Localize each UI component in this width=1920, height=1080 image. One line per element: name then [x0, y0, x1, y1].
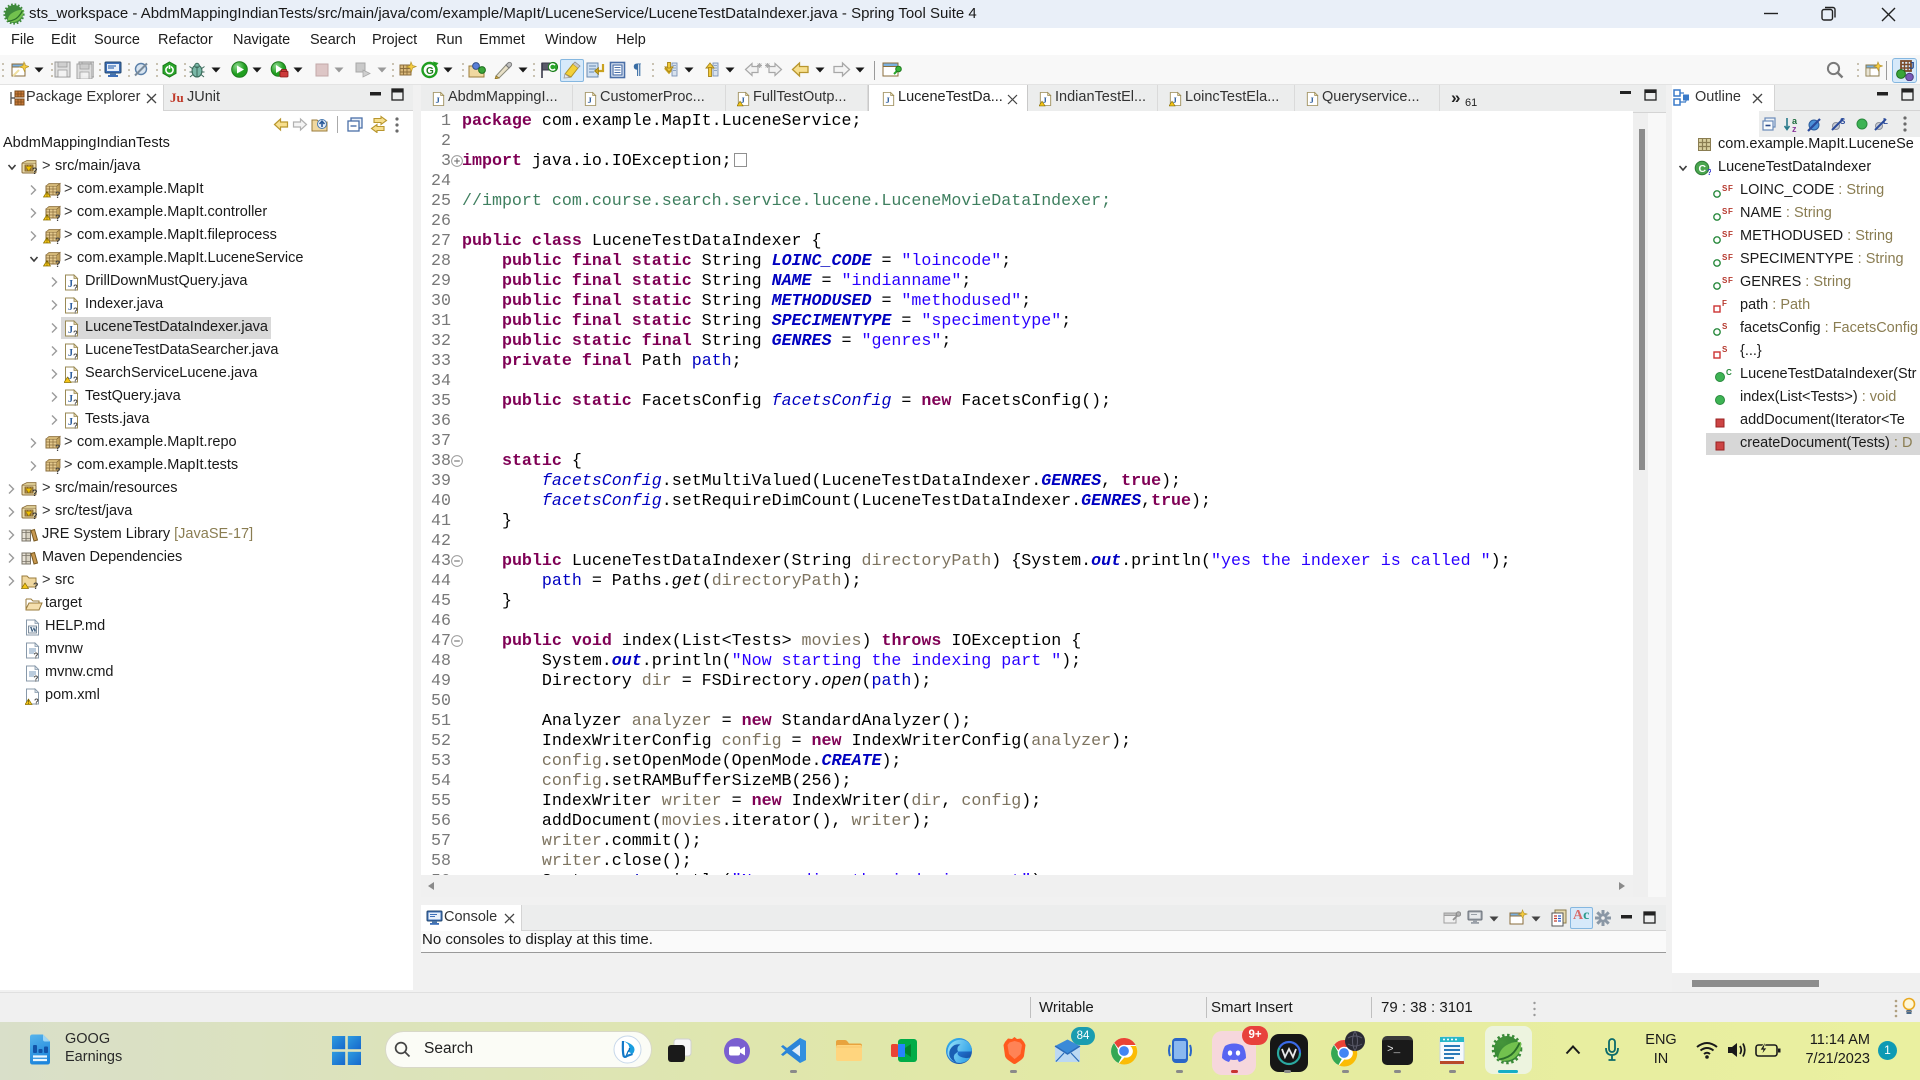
svg-text:F: F	[1728, 184, 1733, 193]
svg-text:?: ?	[55, 259, 61, 267]
svg-text:?: ?	[73, 399, 78, 407]
svg-text:?: ?	[55, 213, 61, 221]
svg-text:?: ?	[73, 353, 78, 361]
svg-text:?: ?	[1707, 168, 1711, 176]
svg-text:F: F	[1728, 207, 1733, 216]
svg-text:!: !	[46, 262, 48, 267]
svg-text:?: ?	[55, 190, 61, 198]
svg-text:?: ?	[32, 511, 38, 520]
svg-text:?: ?	[34, 652, 39, 660]
svg-text:?: ?	[32, 166, 38, 175]
svg-text:?: ?	[73, 330, 78, 338]
svg-text:?: ?	[73, 376, 78, 384]
svg-text:F: F	[1728, 253, 1733, 262]
svg-text:F: F	[1722, 299, 1727, 308]
svg-text:S: S	[1840, 117, 1846, 126]
svg-text:J: J	[587, 95, 592, 105]
svg-text:!: !	[46, 239, 48, 244]
svg-text:?: ?	[33, 581, 39, 589]
svg-text:?: ?	[73, 284, 78, 292]
svg-text:?: ?	[55, 443, 61, 451]
svg-text:?: ?	[34, 675, 39, 683]
svg-text:!: !	[46, 193, 48, 198]
svg-text:?: ?	[73, 307, 78, 315]
svg-text:?: ?	[73, 422, 78, 430]
svg-text:C: C	[1726, 368, 1732, 377]
svg-text:W: W	[30, 625, 38, 634]
svg-text:J: J	[1909, 61, 1915, 72]
svg-text:J: J	[1309, 95, 1314, 105]
svg-text:?: ?	[55, 236, 61, 244]
svg-text:G: G	[426, 66, 434, 77]
svg-text:J: J	[885, 95, 890, 105]
svg-text:C: C	[1699, 163, 1707, 175]
svg-text:?: ?	[55, 466, 61, 474]
svg-text:L: L	[1883, 117, 1888, 126]
svg-text:J: J	[435, 95, 440, 105]
svg-text:!: !	[27, 700, 29, 705]
svg-text:F: F	[1728, 276, 1733, 285]
svg-text:F: F	[1728, 230, 1733, 239]
svg-text:?: ?	[34, 698, 39, 706]
svg-text:S: S	[1722, 322, 1728, 331]
svg-text:!: !	[46, 216, 48, 221]
svg-text:z: z	[1792, 124, 1797, 132]
svg-text:S: S	[1722, 345, 1728, 354]
svg-text:?: ?	[32, 488, 38, 497]
